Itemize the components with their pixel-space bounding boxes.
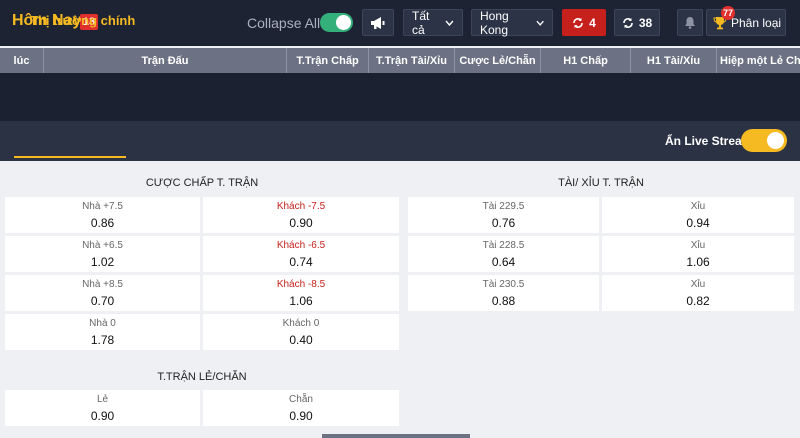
bell-icon <box>685 17 695 29</box>
refresh-icon <box>623 17 633 28</box>
odds-cell[interactable]: Xỉu 0.94 <box>602 197 794 233</box>
over-under-market-title: TÀI/ XỈU T. TRẬN <box>558 177 644 189</box>
odds-value: 0.94 <box>686 216 710 230</box>
odds-value: 0.90 <box>90 409 115 423</box>
odds-label: Nhà 0 <box>89 318 116 329</box>
odds-table-header: lúc Trận Đấu T.Trận Chấp T.Trận Tài/Xỉu … <box>0 48 800 73</box>
live-count: 4 <box>589 15 596 30</box>
odds-value: 0.90 <box>289 409 313 423</box>
odds-cell[interactable]: Nhà +6.5 1.02 <box>5 236 200 272</box>
odds-value: 0.64 <box>491 255 516 269</box>
odds-cell[interactable]: Xỉu 0.82 <box>602 275 794 311</box>
refresh-countdown: 38 <box>638 15 653 30</box>
odds-label: Nhà +6.5 <box>82 240 123 251</box>
category-filter-label: Phân loại <box>731 15 782 30</box>
odds-value: 1.78 <box>90 333 115 347</box>
odds-value: 0.70 <box>90 294 115 308</box>
market-filter-select[interactable]: Tất cả <box>403 8 463 37</box>
odds-cell[interactable]: Chẵn 0.90 <box>203 390 399 426</box>
odds-cell[interactable]: Nhà 0 1.78 <box>5 314 200 350</box>
col-over-under[interactable]: T.Trận Tài/Xỉu <box>369 48 455 73</box>
odds-label: Khách -6.5 <box>276 240 326 251</box>
toggle-knob <box>336 15 351 30</box>
odds-cell[interactable]: Khách -8.5 1.06 <box>203 275 399 311</box>
notifications-button[interactable] <box>677 9 703 36</box>
odds-cell[interactable]: Tài 229.5 0.76 <box>408 197 599 233</box>
live-refresh-button[interactable]: 4 <box>562 9 606 36</box>
odds-value: 1.02 <box>90 255 115 269</box>
odds-label: Xỉu <box>690 279 706 290</box>
col-h1-handicap[interactable]: H1 Chấp <box>541 48 631 73</box>
match-row-area <box>0 73 800 121</box>
odds-cell[interactable]: Lẻ 0.90 <box>5 390 200 426</box>
odds-value: 0.74 <box>289 255 313 269</box>
chevron-down-icon <box>536 20 544 26</box>
col-h1-over-under[interactable]: H1 Tài/Xỉu <box>631 48 717 73</box>
odds-label: Khách -7.5 <box>276 201 326 212</box>
odds-cell[interactable]: Xỉu 1.06 <box>602 236 794 272</box>
odds-cell[interactable]: Nhà +7.5 0.86 <box>5 197 200 233</box>
toggle-knob <box>767 132 784 149</box>
odds-cell[interactable]: Khách -6.5 0.74 <box>203 236 399 272</box>
odds-value: 1.06 <box>686 255 710 269</box>
announcement-button[interactable] <box>362 9 394 36</box>
active-tab-underline <box>14 156 126 158</box>
scroll-tab[interactable] <box>322 434 470 438</box>
col-match[interactable]: Trận Đấu <box>44 48 287 73</box>
odds-value: 0.88 <box>491 294 516 308</box>
odds-label: Xỉu <box>690 201 706 212</box>
collapse-all-label: Collapse All <box>247 15 321 31</box>
odds-cell[interactable]: Nhà +8.5 0.70 <box>5 275 200 311</box>
odds-region-value: Hong Kong <box>480 8 509 37</box>
odds-label: Nhà +7.5 <box>82 201 123 212</box>
odds-region-select[interactable]: Hong Kong <box>471 8 553 37</box>
odds-label: Lẻ <box>96 394 109 405</box>
odds-cell[interactable]: Khách 0 0.40 <box>203 314 399 350</box>
market-filter-value: Tất cả <box>412 8 430 37</box>
odds-label: Xỉu <box>690 240 706 251</box>
odds-label: Tài 228.5 <box>482 240 525 251</box>
odds-label: Tài 230.5 <box>482 279 525 290</box>
odds-value: 0.82 <box>686 294 710 308</box>
col-h1-odd-even[interactable]: Hiệp một Lẻ Chẵn <box>717 48 800 73</box>
col-time[interactable]: lúc <box>0 48 44 73</box>
odds-label: Tài 229.5 <box>482 201 525 212</box>
odds-value: 0.86 <box>90 216 115 230</box>
odds-cell[interactable]: Tài 228.5 0.64 <box>408 236 599 272</box>
odds-value: 1.06 <box>289 294 313 308</box>
hide-live-stream-label: Ẩn Live Stream <box>665 134 753 148</box>
handicap-market-title: CƯỢC CHẤP T. TRẬN <box>145 177 259 189</box>
odds-cell[interactable]: Tài 230.5 0.88 <box>408 275 599 311</box>
odds-label: Khách -8.5 <box>276 279 326 290</box>
collapse-all-toggle[interactable] <box>320 13 353 32</box>
refresh-icon <box>573 17 583 28</box>
odds-label: Chẵn <box>289 394 313 405</box>
col-odd-even[interactable]: Cược Lẻ/Chẵn <box>455 48 541 73</box>
odds-value: 0.40 <box>289 333 313 347</box>
odds-value: 0.90 <box>289 216 313 230</box>
odds-label: Khách 0 <box>282 318 320 329</box>
category-filter-button[interactable]: Phân loại <box>706 9 786 36</box>
odds-value: 0.76 <box>491 216 516 230</box>
odds-cell[interactable]: Khách -7.5 0.90 <box>203 197 399 233</box>
refresh-timer-button[interactable]: 38 <box>614 9 660 36</box>
notification-count-badge: 77 <box>721 6 735 20</box>
chevron-down-icon <box>445 20 454 26</box>
main-market-tab[interactable]: Thị trường chính <box>30 13 135 28</box>
odds-label: Nhà +8.5 <box>82 279 123 290</box>
odd-even-market-title: T.TRẬN LẺ/CHẴN <box>157 371 247 383</box>
live-stream-toggle[interactable] <box>741 129 787 152</box>
megaphone-icon <box>371 16 385 29</box>
col-handicap[interactable]: T.Trận Chấp <box>287 48 369 73</box>
